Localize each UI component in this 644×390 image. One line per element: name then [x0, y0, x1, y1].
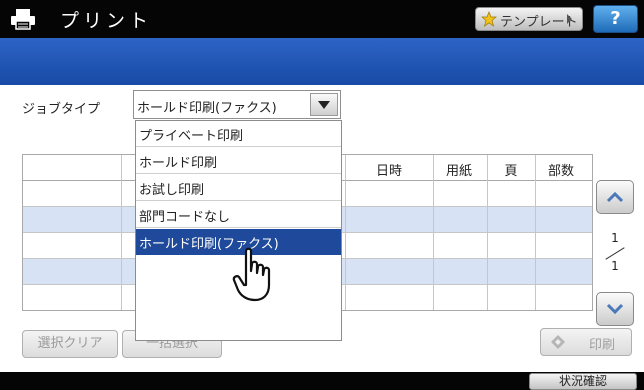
diamond-icon [551, 335, 565, 349]
chevron-down-icon [606, 303, 624, 315]
current-page: 1 [611, 231, 619, 245]
page-title: プリント [60, 10, 153, 32]
scroll-up-button[interactable] [596, 180, 634, 214]
column-divider [121, 155, 122, 310]
dropdown-toggle-button[interactable] [310, 93, 338, 116]
header-band [0, 38, 644, 85]
page-indicator: 1 1 [596, 229, 634, 279]
star-icon [481, 11, 497, 27]
jobtype-label: ジョブタイプ [22, 102, 101, 117]
clear-selection-button[interactable]: 選択クリア [22, 330, 118, 358]
hand-pointer-icon [232, 247, 271, 302]
column-header-datetime: 日時 [375, 164, 402, 179]
print-label: 印刷 [589, 338, 616, 353]
chevron-right-icon [567, 14, 572, 24]
template-button[interactable]: テンプレート [475, 7, 583, 31]
option-no-department-code[interactable]: 部門コードなし [136, 202, 341, 228]
column-divider [487, 155, 488, 310]
title-bar: プリント テンプレート ? [0, 0, 644, 38]
help-button[interactable]: ? [593, 5, 638, 33]
option-private-print[interactable]: プライベート印刷 [136, 121, 341, 147]
printer-icon [11, 9, 35, 30]
jobtype-selected-value: ホールド印刷(ファクス) [137, 101, 277, 116]
jobtype-select[interactable]: ホールド印刷(ファクス) [133, 90, 341, 119]
column-header-pages: 頁 [504, 164, 518, 179]
chevron-down-icon [318, 101, 330, 109]
scroll-down-button[interactable] [596, 292, 634, 326]
option-hold-print[interactable]: ホールド印刷 [136, 148, 341, 174]
jobtype-options-list: プライベート印刷 ホールド印刷 お試し印刷 部門コードなし ホールド印刷(ファク… [135, 120, 342, 341]
column-divider [345, 155, 346, 310]
option-proof-print[interactable]: お試し印刷 [136, 175, 341, 201]
column-header-paper: 用紙 [445, 164, 472, 179]
chevron-up-icon [606, 191, 624, 203]
column-header-copies: 部数 [547, 164, 574, 179]
column-divider [433, 155, 434, 310]
template-label: テンプレート [500, 15, 578, 30]
status-bar: 状況確認 [0, 372, 644, 390]
print-button[interactable]: 印刷 [540, 328, 632, 356]
total-pages: 1 [611, 259, 619, 273]
column-divider [535, 155, 536, 310]
status-check-button[interactable]: 状況確認 [529, 373, 637, 390]
page-separator [605, 247, 625, 260]
